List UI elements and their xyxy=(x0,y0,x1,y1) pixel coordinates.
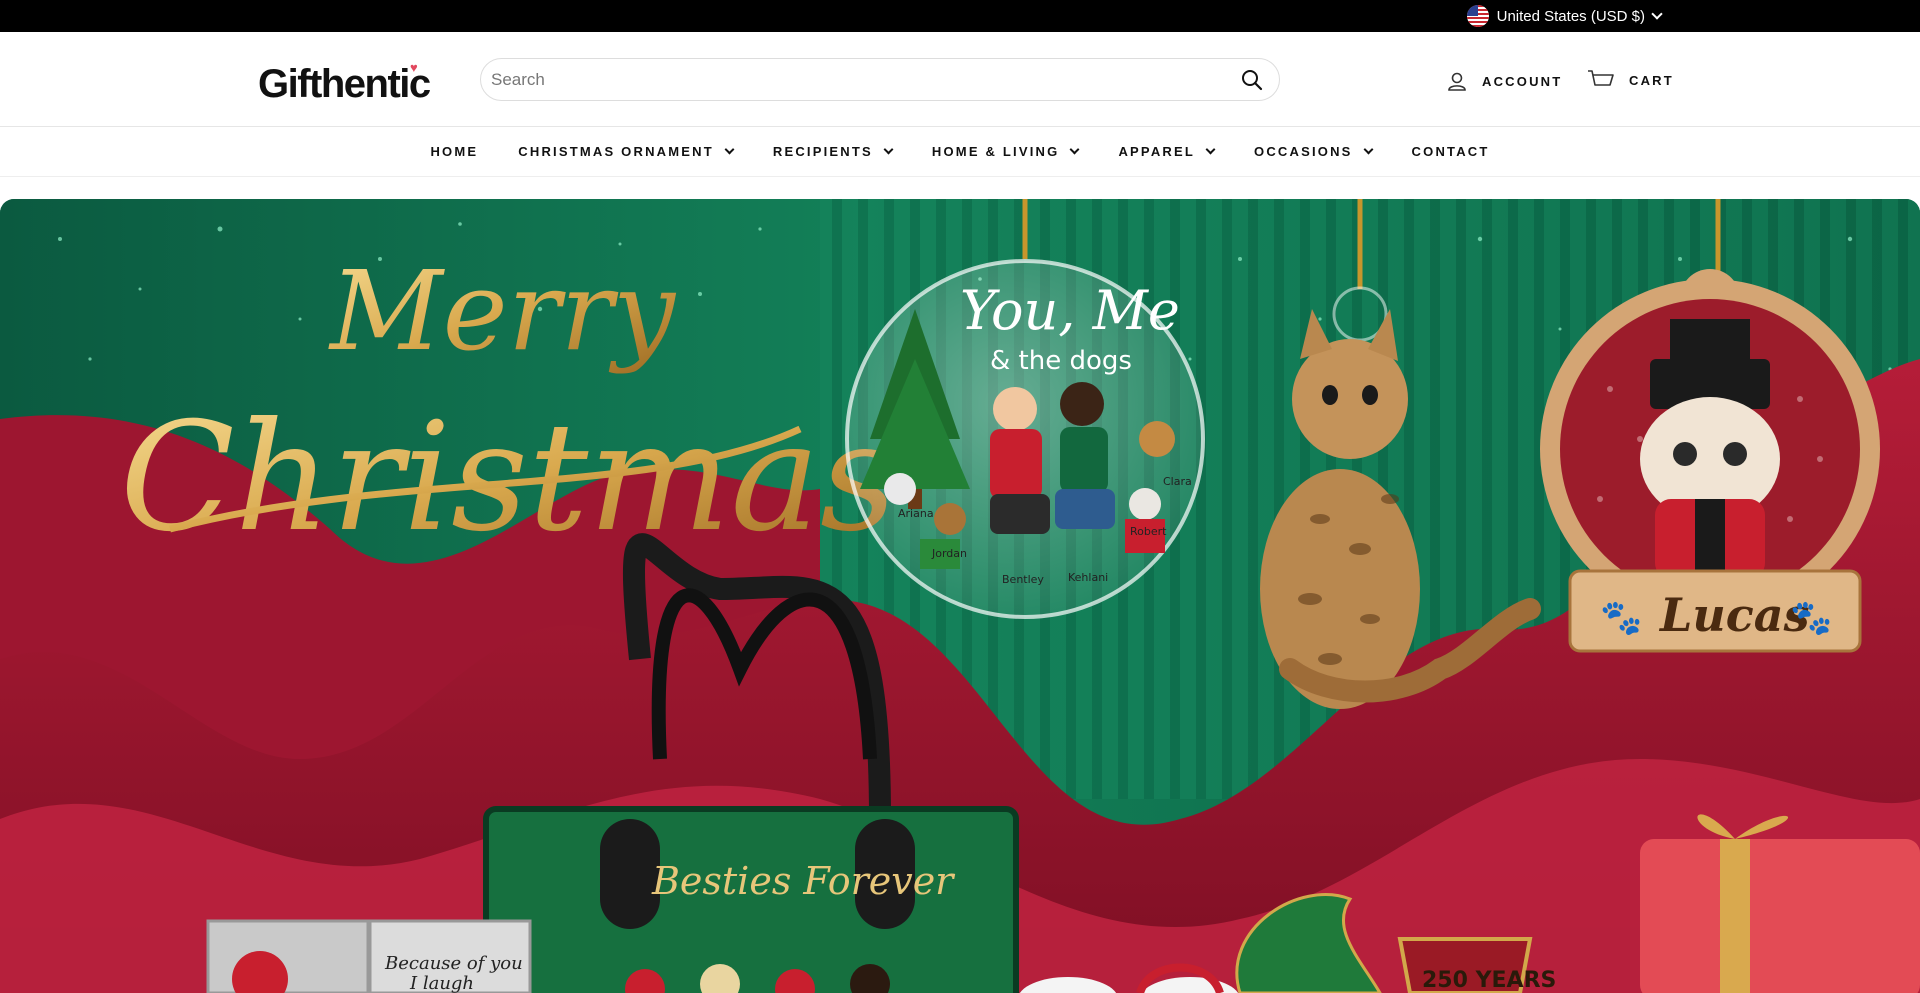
announcement-bar: United States (USD $) xyxy=(0,0,1920,32)
site-header: Gifthentic ♥ ACCOUNT CART xyxy=(0,32,1920,127)
ornament-name: Clara xyxy=(1163,475,1192,488)
main-navigation: HOME CHRISTMAS ORNAMENT RECIPIENTS HOME … xyxy=(0,127,1920,177)
site-logo[interactable]: Gifthentic xyxy=(258,62,431,107)
ornament-title: You, Me xyxy=(960,279,1180,342)
nav-item-recipients[interactable]: RECIPIENTS xyxy=(753,144,912,159)
currency-label: United States (USD $) xyxy=(1496,7,1645,25)
chevron-down-icon xyxy=(1205,144,1216,155)
hero-banner[interactable]: Merry Christmas You, Me & the dogs Arian… xyxy=(0,199,1920,993)
cart-link[interactable]: CART xyxy=(1587,68,1674,92)
nav-item-label: HOME & LIVING xyxy=(931,144,1060,159)
account-link[interactable]: ACCOUNT xyxy=(1446,70,1562,92)
nav-item-occasions[interactable]: OCCASIONS xyxy=(1234,144,1392,159)
ornament-name: Ariana xyxy=(898,507,934,520)
nav-item-christmas-ornament[interactable]: CHRISTMAS ORNAMENT xyxy=(498,144,753,159)
chevron-down-icon xyxy=(1363,144,1373,155)
nav-item-label: CHRISTMAS ORNAMENT xyxy=(518,144,714,159)
nav-item-home[interactable]: HOME xyxy=(410,144,498,159)
christmas-text: Christmas xyxy=(120,391,897,565)
bag-text: Besties Forever xyxy=(651,859,956,903)
nav-item-label: RECIPIENTS xyxy=(772,144,873,159)
ornament-name: Bentley xyxy=(1002,573,1044,586)
ornament-name: Kehlani xyxy=(1068,571,1108,584)
hero-illustration: Merry Christmas You, Me & the dogs Arian… xyxy=(0,199,1920,993)
merry-text: Merry xyxy=(328,247,677,375)
heart-icon: ♥ xyxy=(410,60,418,75)
search-input[interactable] xyxy=(481,59,1201,100)
paw-icon: 🐾 xyxy=(1600,599,1642,637)
paw-icon: 🐾 xyxy=(1790,599,1832,637)
account-label: ACCOUNT xyxy=(1482,73,1563,89)
us-flag-icon xyxy=(1466,5,1489,27)
tumbler-text: Because of you xyxy=(384,953,523,974)
ornament-name: Jordan xyxy=(931,547,967,560)
search-bar xyxy=(480,58,1280,101)
currency-selector[interactable]: United States (USD $) xyxy=(1466,5,1663,27)
user-icon xyxy=(1448,72,1466,91)
ornament-subtitle: & the dogs xyxy=(990,346,1132,376)
chevron-down-icon xyxy=(724,144,735,155)
chevron-down-icon xyxy=(1651,8,1663,20)
chevron-down-icon xyxy=(883,144,894,155)
plaque-text: 250 YEARS xyxy=(1422,968,1556,993)
nav-item-label: HOME xyxy=(430,144,479,159)
nav-item-label: APPAREL xyxy=(1118,144,1196,159)
cart-icon xyxy=(1588,70,1614,86)
ornament-name: Robert xyxy=(1130,525,1167,538)
search-icon[interactable] xyxy=(1241,69,1263,91)
nav-item-label: OCCASIONS xyxy=(1254,144,1353,159)
cart-label: CART xyxy=(1629,72,1674,88)
lucas-name-text: Lucas xyxy=(1658,588,1810,642)
tumbler-text: I laugh xyxy=(409,973,474,993)
chevron-down-icon xyxy=(1070,144,1080,155)
nav-item-contact[interactable]: CONTACT xyxy=(1392,144,1510,159)
nav-item-apparel[interactable]: APPAREL xyxy=(1098,144,1234,159)
nav-item-home-living[interactable]: HOME & LIVING xyxy=(912,144,1099,159)
nav-item-label: CONTACT xyxy=(1411,144,1490,159)
